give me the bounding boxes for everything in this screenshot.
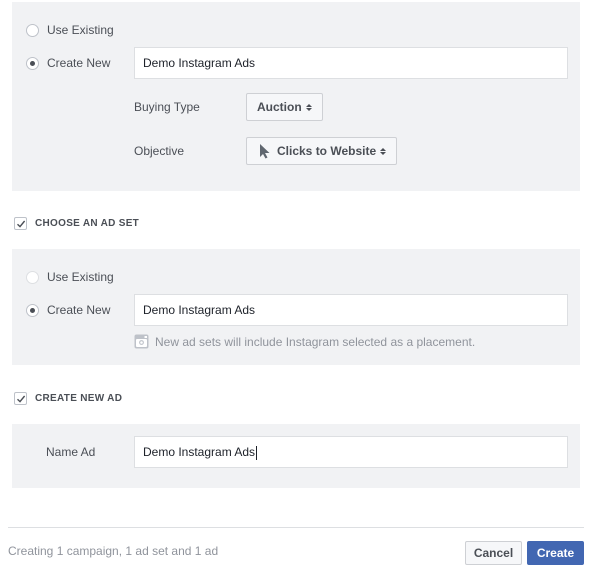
ad-name-value: Demo Instagram Ads <box>143 445 256 459</box>
cursor-icon <box>259 143 271 159</box>
campaign-create-new-option[interactable]: Create New <box>26 55 110 71</box>
ad-set-create-new-label: Create New <box>47 303 111 317</box>
sort-arrows-icon <box>305 103 312 111</box>
objective-value: Clicks to Website <box>277 144 377 158</box>
ad-set-use-existing-option[interactable]: Use Existing <box>26 269 114 285</box>
buying-type-value: Auction <box>257 100 302 114</box>
checkmark-icon <box>17 395 26 403</box>
ad-name-input[interactable]: Demo Instagram Ads <box>134 436 568 468</box>
campaign-name-input[interactable]: Demo Instagram Ads <box>134 47 568 79</box>
sort-arrows-icon <box>380 147 387 155</box>
campaign-use-existing-label: Use Existing <box>47 23 114 37</box>
footer-divider <box>8 527 584 528</box>
text-caret <box>256 445 258 460</box>
instagram-icon <box>134 334 149 349</box>
campaign-create-new-radio[interactable] <box>26 56 39 70</box>
creation-summary: Creating 1 campaign, 1 ad set and 1 ad <box>8 544 219 558</box>
cancel-button[interactable]: Cancel <box>465 541 522 565</box>
buying-type-label: Buying Type <box>134 100 200 114</box>
ad-set-name-input[interactable]: Demo Instagram Ads <box>134 294 568 326</box>
ad-set-create-new-option[interactable]: Create New <box>26 302 110 318</box>
choose-ad-set-label: CHOOSE AN AD SET <box>35 217 140 229</box>
ad-set-use-existing-label: Use Existing <box>47 270 114 284</box>
checkmark-icon <box>17 220 26 228</box>
create-button[interactable]: Create <box>527 541 584 565</box>
name-ad-label: Name Ad <box>46 445 96 459</box>
create-new-ad-label: CREATE NEW AD <box>35 392 123 404</box>
ad-set-use-existing-radio[interactable] <box>26 270 39 284</box>
create-new-ad-checkbox[interactable] <box>14 391 27 405</box>
ad-set-hint-text: New ad sets will include Instagram selec… <box>155 334 476 349</box>
choose-ad-set-checkbox[interactable] <box>14 216 27 230</box>
ad-set-hint: New ad sets will include Instagram selec… <box>134 334 475 349</box>
buying-type-select[interactable]: Auction <box>246 93 323 121</box>
objective-label: Objective <box>134 144 185 158</box>
ad-set-create-new-radio[interactable] <box>26 303 39 317</box>
objective-select[interactable]: Clicks to Website <box>246 137 398 165</box>
campaign-use-existing-option[interactable]: Use Existing <box>26 22 114 38</box>
choose-ad-set-toggle[interactable]: CHOOSE AN AD SET <box>14 216 139 230</box>
create-new-ad-toggle[interactable]: CREATE NEW AD <box>14 391 122 405</box>
campaign-use-existing-radio[interactable] <box>26 23 39 37</box>
campaign-create-new-label: Create New <box>47 56 111 70</box>
